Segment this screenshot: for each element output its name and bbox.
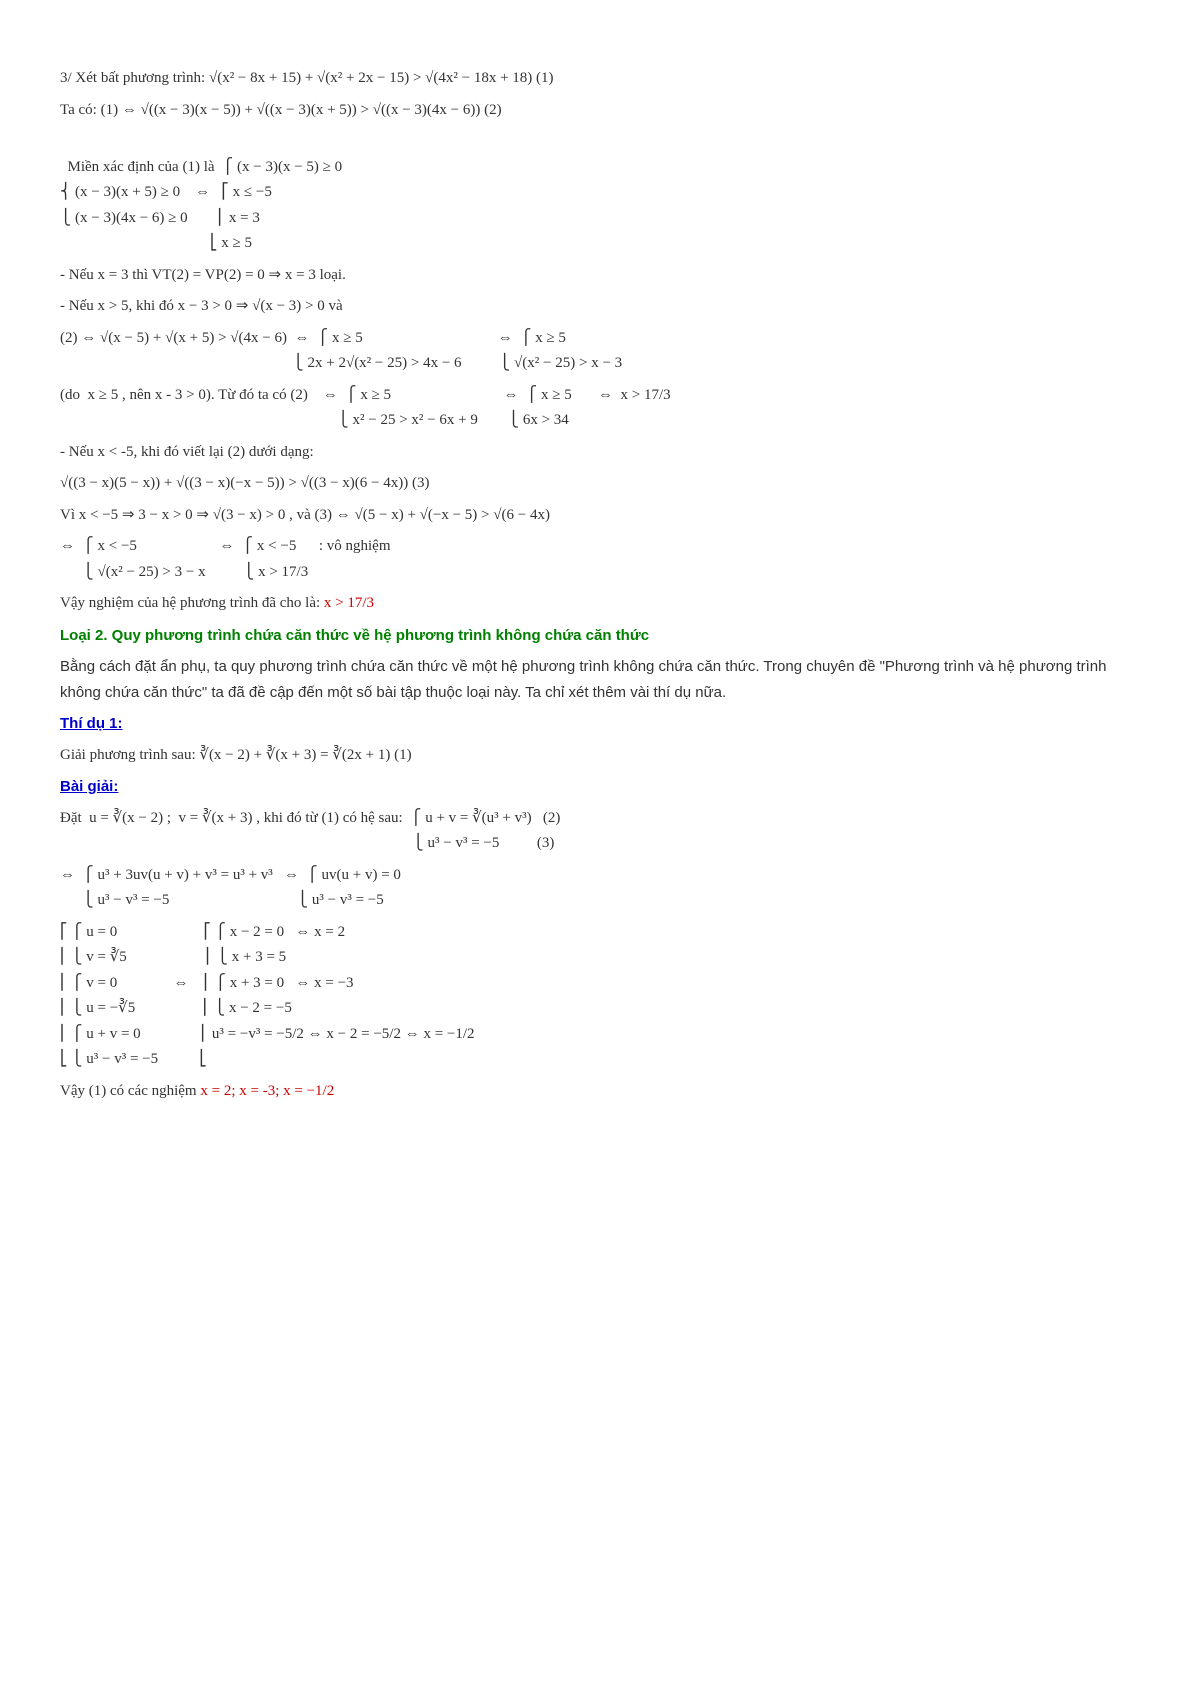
problem-3-statement: 3/ Xét bất phương trình: √(x² − 8x + 15)…	[60, 66, 1131, 92]
equation-3-simplify: Vì x < −5 ⇒ 3 − x > 0 ⇒ √(3 − x) > 0 , v…	[60, 503, 1131, 529]
no-solution-case: ⇔ ⎧ x < −5 ⇔ ⎧ x < −5 : vô nghiệm ⎩ √(x²…	[60, 534, 1131, 585]
system-cases: ⎡ ⎧ u = 0 ⎡ ⎧ x − 2 = 0 ⇔ x = 2 ⎢ ⎩ v = …	[60, 920, 1131, 1073]
system-simplify: ⇔ ⎧ u³ + 3uv(u + v) + v³ = u³ + v³ ⇔ ⎧ u…	[60, 863, 1131, 914]
domain-definition: Miền xác định của (1) là ⎧ (x − 3)(x − 5…	[60, 129, 1131, 257]
equation-3: √((3 − x)(5 − x)) + √((3 − x)(−x − 5)) >…	[60, 471, 1131, 497]
example-1-heading: Thí dụ 1:	[60, 711, 1131, 737]
example-1-answer: Vậy (1) có các nghiệm x = 2; x = -3; x =…	[60, 1079, 1131, 1105]
case-x-greater-5-work: (2) ⇔ √(x − 5) + √(x + 5) > √(4x − 6) ⇔ …	[60, 326, 1131, 377]
example-1-answer-values: x = 2; x = -3; x = −1/2	[200, 1083, 334, 1099]
final-answer-line: Vậy nghiệm của hệ phương trình đã cho là…	[60, 591, 1131, 617]
case-x-greater-5-result: (do x ≥ 5 , nên x - 3 > 0). Từ đó ta có …	[60, 383, 1131, 434]
substitution-setup: Đặt u = ∛(x − 2) ; v = ∛(x + 3) , khi đó…	[60, 806, 1131, 857]
final-answer-label: Vậy nghiệm của hệ phương trình đã cho là…	[60, 595, 324, 611]
domain-label: Miền xác định của (1) là	[68, 159, 223, 175]
section-heading-type-2: Loại 2. Quy phương trình chứa căn thức v…	[60, 623, 1131, 649]
case-x-equals-3: - Nếu x = 3 thì VT(2) = VP(2) = 0 ⇒ x = …	[60, 263, 1131, 289]
case-x-less-neg5: - Nếu x < -5, khi đó viết lại (2) dưới d…	[60, 440, 1131, 466]
section-intro-text: Bằng cách đặt ẩn phụ, ta quy phương trìn…	[60, 654, 1131, 705]
example-1-answer-label: Vậy (1) có các nghiệm	[60, 1083, 200, 1099]
solution-heading: Bài giải:	[60, 774, 1131, 800]
example-1-equation: Giải phương trình sau: ∛(x − 2) + ∛(x + …	[60, 743, 1131, 769]
final-answer-value: x > 17/3	[324, 595, 374, 611]
step-factorize: Ta có: (1) ⇔ √((x − 3)(x − 5)) + √((x − …	[60, 98, 1131, 124]
case-x-greater-5: - Nếu x > 5, khi đó x − 3 > 0 ⇒ √(x − 3)…	[60, 294, 1131, 320]
